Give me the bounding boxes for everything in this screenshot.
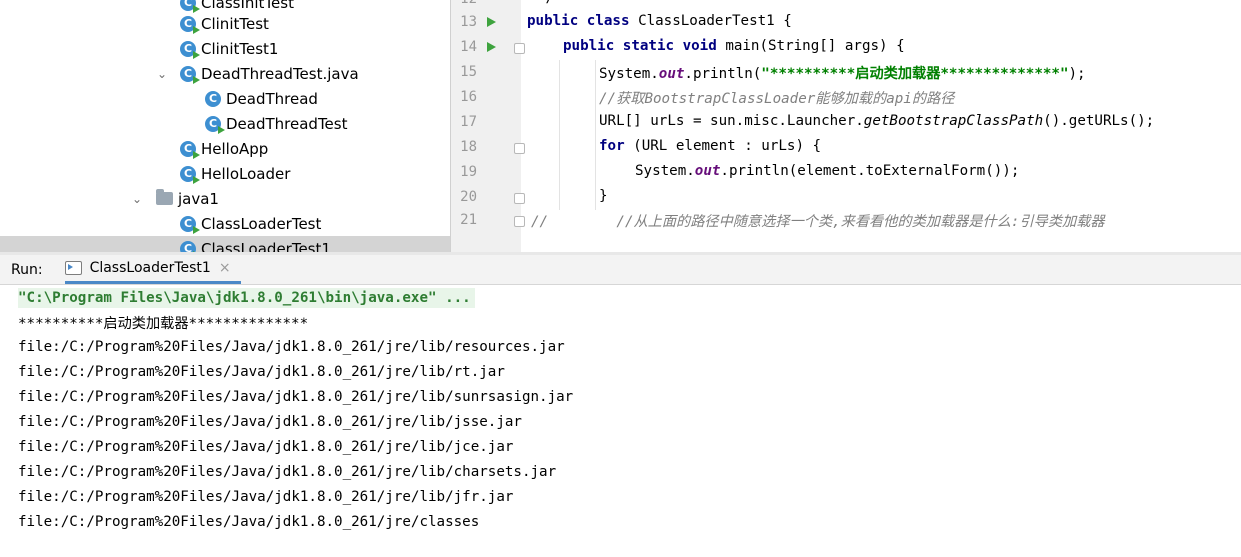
- tree-item-clinittest[interactable]: C ClinitTest: [0, 11, 450, 36]
- tree-item-classloadertest1[interactable]: C ClassLoaderTest1: [0, 236, 450, 252]
- run-gutter-icon[interactable]: [487, 17, 496, 27]
- tree-item-label: java1: [178, 189, 219, 208]
- code-line-12: */: [537, 0, 554, 6]
- code-line-13: public class ClassLoaderTest1 {: [527, 13, 792, 29]
- fold-icon[interactable]: [514, 193, 525, 204]
- console-line: file:/C:/Program%20Files/Java/jdk1.8.0_2…: [18, 339, 565, 355]
- run-gutter-icon[interactable]: [487, 42, 496, 52]
- line-number: 21: [460, 212, 477, 228]
- class-icon: C: [180, 65, 200, 84]
- tree-item-label: ClinitTest: [201, 14, 269, 33]
- tree-item-label: HelloApp: [201, 139, 269, 158]
- console-line: file:/C:/Program%20Files/Java/jdk1.8.0_2…: [18, 414, 522, 430]
- code-line-16: //获取BootstrapClassLoader能够加载的api的路径: [599, 91, 955, 107]
- editor-gutter: 12 13 14 15 16 17 18 19 20 21: [451, 0, 525, 252]
- console-line: file:/C:/Program%20Files/Java/jdk1.8.0_2…: [18, 514, 480, 530]
- tree-item-deadthreadtest[interactable]: C DeadThreadTest: [0, 111, 450, 136]
- tree-item-deadthreadtest-java[interactable]: ⌄ C DeadThreadTest.java: [0, 61, 450, 86]
- console-line: file:/C:/Program%20Files/Java/jdk1.8.0_2…: [18, 389, 574, 405]
- code-editor[interactable]: 12 13 14 15 16 17 18 19 20 21 */ public …: [451, 0, 1241, 252]
- code-line-15: System.out.println("**********启动类加载器****…: [599, 66, 1086, 82]
- line-number: 17: [460, 114, 477, 130]
- fold-icon[interactable]: [514, 216, 525, 227]
- class-icon: C: [180, 240, 200, 252]
- package-icon: [156, 189, 173, 205]
- class-icon: C: [180, 40, 200, 59]
- indent-guide: [559, 60, 560, 210]
- tree-item-classloadertest[interactable]: C ClassLoaderTest: [0, 211, 450, 236]
- class-icon: C: [180, 15, 200, 34]
- tree-item-label: HelloLoader: [201, 164, 291, 183]
- chevron-down-icon[interactable]: ⌄: [128, 190, 146, 208]
- line-number: 20: [460, 189, 477, 205]
- run-tab-classloadertest1[interactable]: ClassLoaderTest1 ×: [64, 255, 241, 284]
- console-line: file:/C:/Program%20Files/Java/jdk1.8.0_2…: [18, 439, 514, 455]
- run-config-icon: [64, 261, 82, 275]
- line-number: 19: [460, 164, 477, 180]
- tree-item-deadthread[interactable]: C DeadThread: [0, 86, 450, 111]
- class-icon: C: [180, 140, 200, 159]
- console-line: "C:\Program Files\Java\jdk1.8.0_261\bin\…: [18, 288, 475, 308]
- tree-item-label: ClassLoaderTest1: [201, 239, 331, 253]
- console-line: file:/C:/Program%20Files/Java/jdk1.8.0_2…: [18, 489, 514, 505]
- close-icon[interactable]: ×: [219, 260, 231, 276]
- line-number: 16: [460, 89, 477, 105]
- run-label: Run:: [11, 261, 43, 278]
- line-number: 15: [460, 64, 477, 80]
- indent-guide: [595, 60, 596, 210]
- line-number: 12: [451, 0, 477, 7]
- line-number: 13: [460, 14, 477, 30]
- console-line: file:/C:/Program%20Files/Java/jdk1.8.0_2…: [18, 464, 557, 480]
- tree-item-label: DeadThreadTest.java: [201, 64, 359, 83]
- line-number: 14: [460, 39, 477, 55]
- code-line-20: }: [599, 188, 608, 204]
- class-icon: C: [180, 165, 200, 184]
- tree-item-helloloader[interactable]: C HelloLoader: [0, 161, 450, 186]
- code-line-19: System.out.println(element.toExternalFor…: [635, 163, 1020, 179]
- fold-icon[interactable]: [514, 143, 525, 154]
- chevron-down-icon[interactable]: ⌄: [153, 65, 171, 83]
- tree-item-label: DeadThreadTest: [226, 114, 348, 133]
- code-line-17: URL[] urLs = sun.misc.Launcher.getBootst…: [599, 113, 1155, 129]
- tree-item-label: ClassInitTest: [201, 0, 294, 12]
- code-line-21: // //从上面的路径中随意选择一个类,来看看他的类加载器是什么:引导类加载器: [531, 214, 1105, 230]
- class-icon: C: [205, 115, 225, 134]
- tree-item-label: ClassLoaderTest: [201, 214, 322, 233]
- console-line: **********启动类加载器**************: [18, 316, 309, 332]
- code-line-14: public static void main(String[] args) {: [563, 38, 905, 54]
- tree-item-java1[interactable]: ⌄ java1: [0, 186, 450, 211]
- tree-item-clinittest1[interactable]: C ClinitTest1: [0, 36, 450, 61]
- fold-icon[interactable]: [514, 43, 525, 54]
- run-console[interactable]: "C:\Program Files\Java\jdk1.8.0_261\bin\…: [0, 285, 1241, 557]
- line-number: 18: [460, 139, 477, 155]
- class-icon: C: [180, 215, 200, 234]
- run-tool-bar: Run: ClassLoaderTest1 ×: [0, 255, 1241, 285]
- run-tab-label: ClassLoaderTest1: [89, 260, 211, 276]
- tree-item-label: ClinitTest1: [201, 39, 279, 58]
- tree-item-label: DeadThread: [226, 89, 318, 108]
- class-icon: C: [180, 0, 200, 13]
- code-line-18: for (URL element : urLs) {: [599, 138, 822, 154]
- tree-item-helloapp[interactable]: C HelloApp: [0, 136, 450, 161]
- console-line: file:/C:/Program%20Files/Java/jdk1.8.0_2…: [18, 364, 505, 380]
- project-tree[interactable]: C ClassInitTest C ClinitTest C ClinitTes…: [0, 0, 451, 252]
- class-icon: C: [205, 90, 221, 107]
